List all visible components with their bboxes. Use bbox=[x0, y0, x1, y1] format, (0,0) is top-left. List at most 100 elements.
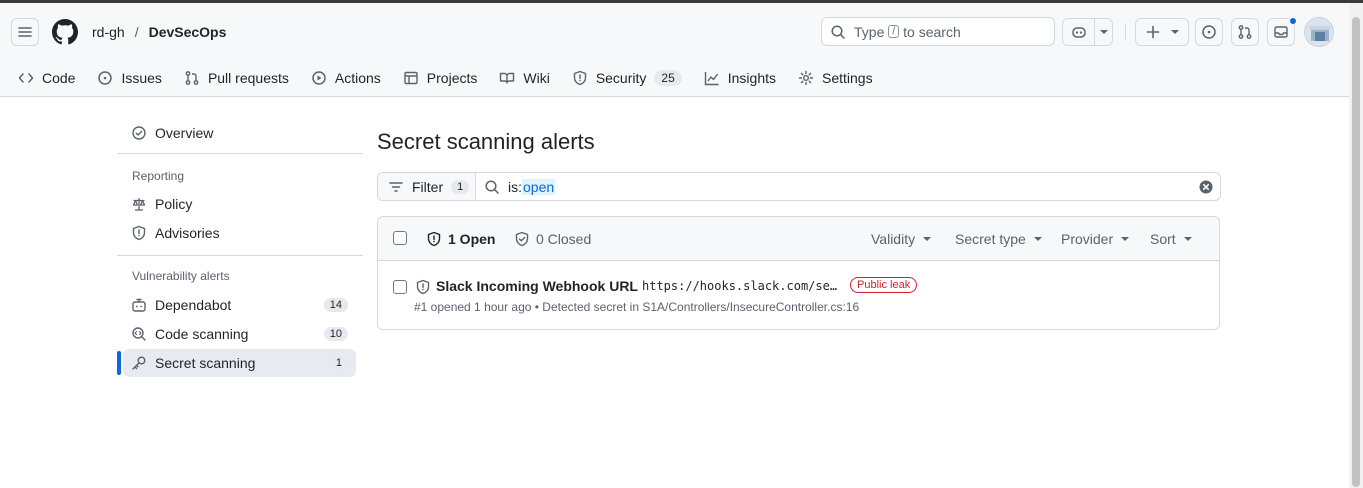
tab-label: Wiki bbox=[523, 70, 550, 86]
pull-requests-button[interactable] bbox=[1231, 18, 1259, 46]
owner-link[interactable]: rd-gh bbox=[92, 24, 125, 40]
active-indicator bbox=[117, 351, 121, 375]
search-suffix: to search bbox=[903, 23, 961, 40]
page-scrollbar[interactable] bbox=[1349, 3, 1363, 488]
sidebar-item-overview[interactable]: Overview bbox=[123, 119, 356, 147]
tab-insights[interactable]: Insights bbox=[696, 64, 784, 92]
play-icon bbox=[312, 71, 326, 85]
x-circle-fill-icon bbox=[1199, 180, 1213, 194]
create-new-button[interactable] bbox=[1135, 18, 1189, 46]
filter-count-badge: 1 bbox=[451, 179, 470, 194]
secret-type-dropdown[interactable]: Secret type bbox=[955, 231, 1042, 247]
shield-icon bbox=[573, 70, 587, 86]
select-all-checkbox[interactable] bbox=[393, 231, 407, 245]
graph-icon bbox=[704, 72, 719, 86]
key-icon bbox=[132, 356, 146, 370]
sidebar-heading-vulnerability: Vulnerability alerts bbox=[132, 269, 230, 283]
secret-type-label: Secret type bbox=[955, 231, 1026, 247]
pull-request-icon bbox=[185, 71, 199, 85]
alert-checkbox[interactable] bbox=[393, 280, 407, 294]
shield-check-icon bbox=[515, 231, 529, 247]
avatar[interactable] bbox=[1304, 17, 1334, 47]
provider-dropdown[interactable]: Provider bbox=[1061, 231, 1130, 247]
shield-icon bbox=[132, 225, 146, 241]
pull-request-icon bbox=[1238, 25, 1252, 39]
notification-dot bbox=[1289, 17, 1297, 25]
issue-icon bbox=[1202, 25, 1216, 39]
gear-icon bbox=[798, 70, 814, 86]
scrollbar-thumb[interactable] bbox=[1352, 17, 1360, 487]
count-badge: 10 bbox=[323, 327, 348, 341]
security-count-badge: 25 bbox=[654, 70, 682, 86]
table-icon bbox=[404, 71, 418, 85]
tab-label: Insights bbox=[727, 70, 776, 86]
tab-pull-requests[interactable]: Pull requests bbox=[176, 64, 297, 92]
filter-button[interactable]: Filter 1 bbox=[378, 173, 476, 200]
alert-meta: #1 opened 1 hour ago • Detected secret i… bbox=[414, 300, 860, 314]
tab-security[interactable]: Security 25 bbox=[564, 64, 690, 92]
sidebar-item-policy[interactable]: Policy bbox=[123, 190, 356, 218]
search-input[interactable]: Type / to search bbox=[821, 17, 1055, 46]
open-count-label: 1 Open bbox=[448, 231, 496, 247]
query-qualifier: is: bbox=[508, 178, 522, 195]
secret-value: https://hooks.slack.com/services/ bbox=[642, 279, 842, 293]
tab-label: Settings bbox=[822, 70, 873, 86]
tab-code[interactable]: Code bbox=[10, 64, 83, 92]
sidebar-item-label: Overview bbox=[155, 125, 214, 141]
sidebar-item-label: Advisories bbox=[155, 225, 220, 241]
repo-header: rd-gh / DevSecOps Type / to search Code bbox=[0, 3, 1349, 97]
tab-settings[interactable]: Settings bbox=[790, 64, 881, 92]
clear-filter-button[interactable] bbox=[1199, 180, 1213, 194]
sidebar-item-label: Secret scanning bbox=[155, 355, 256, 371]
dependabot-icon bbox=[132, 298, 146, 312]
chevron-down-icon bbox=[1183, 237, 1192, 241]
alerts-list-header: 1 Open 0 Closed Validity Secret type Pro… bbox=[378, 217, 1219, 261]
breadcrumb: rd-gh / DevSecOps bbox=[92, 24, 226, 40]
chevron-down-icon bbox=[1033, 237, 1042, 241]
alert-title-link[interactable]: Slack Incoming Webhook URL bbox=[436, 278, 638, 294]
sort-dropdown[interactable]: Sort bbox=[1150, 231, 1192, 247]
menu-button[interactable] bbox=[11, 18, 39, 46]
filter-icon bbox=[389, 181, 403, 192]
filter-bar: Filter 1 is: open bbox=[377, 172, 1221, 201]
tab-label: Security bbox=[595, 70, 647, 86]
breadcrumb-separator: / bbox=[134, 24, 139, 40]
validity-dropdown[interactable]: Validity bbox=[871, 231, 932, 247]
provider-label: Provider bbox=[1061, 231, 1114, 247]
copilot-icon bbox=[1071, 27, 1086, 38]
filter-label: Filter bbox=[412, 178, 444, 195]
repo-link[interactable]: DevSecOps bbox=[149, 24, 227, 40]
filter-query-input[interactable]: is: open bbox=[476, 173, 1220, 200]
check-circle-icon bbox=[132, 126, 146, 140]
sidebar-item-label: Dependabot bbox=[155, 297, 232, 313]
hamburger-icon bbox=[18, 27, 32, 37]
closed-filter-tab[interactable]: 0 Closed bbox=[514, 231, 591, 247]
issues-button[interactable] bbox=[1195, 18, 1223, 46]
copilot-button[interactable] bbox=[1062, 18, 1113, 46]
sidebar-item-label: Policy bbox=[155, 196, 193, 212]
sidebar-item-secret-scanning[interactable]: Secret scanning 1 bbox=[123, 349, 356, 377]
open-filter-tab[interactable]: 1 Open bbox=[426, 231, 495, 247]
tab-label: Code bbox=[42, 70, 76, 86]
sidebar-item-dependabot[interactable]: Dependabot 14 bbox=[123, 291, 356, 319]
sidebar-divider bbox=[117, 153, 363, 154]
search-prefix: Type bbox=[854, 23, 885, 40]
sidebar-item-advisories[interactable]: Advisories bbox=[123, 219, 356, 247]
header-divider bbox=[1125, 23, 1126, 41]
avatar-image bbox=[1305, 18, 1333, 46]
issue-icon bbox=[98, 71, 113, 85]
tab-label: Pull requests bbox=[207, 70, 289, 86]
search-icon bbox=[485, 179, 499, 194]
tab-label: Issues bbox=[121, 70, 162, 86]
search-shortcut-key: / bbox=[888, 25, 900, 38]
tab-projects[interactable]: Projects bbox=[395, 64, 486, 92]
alerts-list: 1 Open 0 Closed Validity Secret type Pro… bbox=[377, 216, 1220, 330]
tab-wiki[interactable]: Wiki bbox=[491, 64, 557, 92]
count-badge: 1 bbox=[329, 356, 348, 370]
chevron-down-icon[interactable] bbox=[1095, 30, 1112, 34]
closed-count-label: 0 Closed bbox=[536, 231, 592, 247]
sidebar-item-code-scanning[interactable]: Code scanning 10 bbox=[123, 320, 356, 348]
github-logo-icon[interactable] bbox=[52, 19, 78, 45]
tab-issues[interactable]: Issues bbox=[89, 64, 169, 92]
tab-actions[interactable]: Actions bbox=[303, 64, 389, 92]
